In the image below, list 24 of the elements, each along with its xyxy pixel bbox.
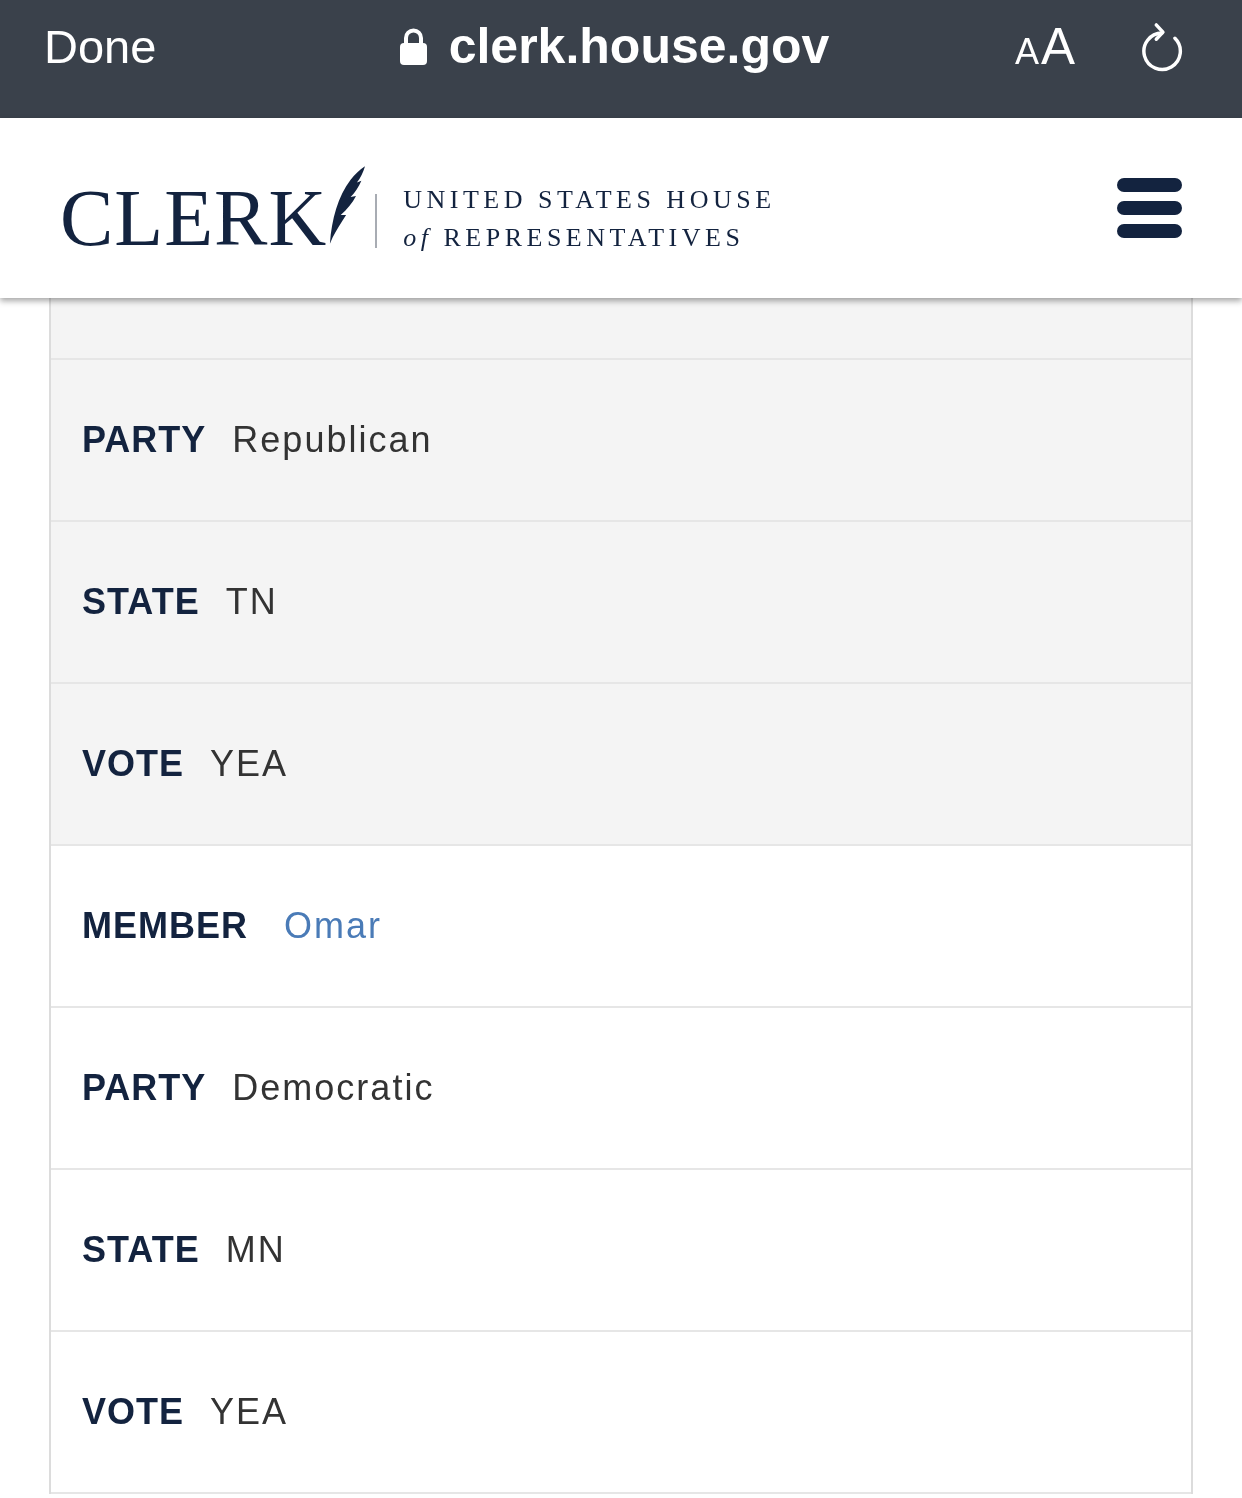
feather-icon bbox=[329, 165, 366, 245]
lock-icon bbox=[399, 27, 427, 65]
member-link[interactable]: Omar bbox=[284, 904, 382, 948]
address-text[interactable]: clerk.house.gov bbox=[448, 21, 830, 71]
done-button[interactable]: Done bbox=[44, 22, 157, 70]
field-label: PARTY bbox=[82, 1066, 207, 1110]
field-label: STATE bbox=[82, 580, 200, 624]
field-label: VOTE bbox=[82, 1390, 184, 1434]
field-value: YEA bbox=[210, 1390, 289, 1434]
field-value: Democratic bbox=[232, 1066, 435, 1110]
field-value: YEA bbox=[210, 742, 289, 786]
reload-icon[interactable] bbox=[1139, 20, 1185, 72]
field-label: VOTE bbox=[82, 742, 184, 786]
logo-subtitle: of REPRESENTATIVES bbox=[403, 222, 746, 254]
field-value: Republican bbox=[232, 418, 433, 462]
menu-icon[interactable] bbox=[1117, 178, 1182, 238]
text-size-button[interactable]: AA bbox=[1014, 20, 1075, 72]
field-value: MN bbox=[225, 1228, 286, 1272]
logo-subtitle: UNITED STATES HOUSE bbox=[403, 184, 776, 216]
field-label: MEMBER bbox=[82, 904, 248, 948]
field-label: STATE bbox=[82, 1228, 200, 1272]
field-label: PARTY bbox=[82, 418, 207, 462]
field-value: TN bbox=[225, 580, 278, 624]
logo-wordmark[interactable]: CLERK bbox=[60, 178, 328, 258]
